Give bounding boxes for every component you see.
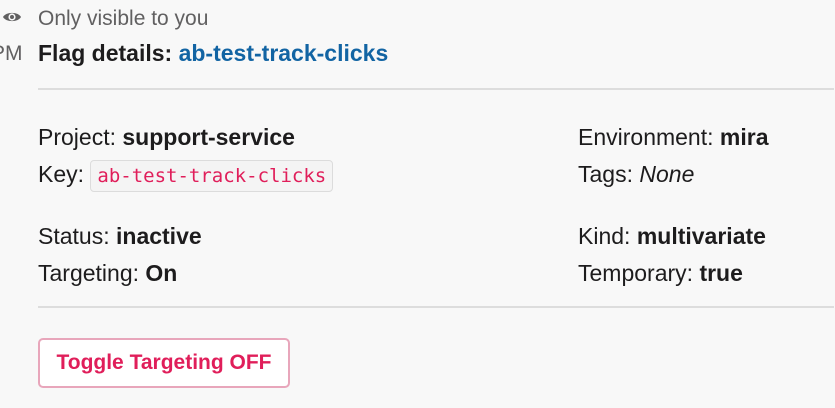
key-field: Key: ab-test-track-clicks — [38, 159, 334, 192]
divider-bottom — [38, 306, 834, 308]
kind-value: multivariate — [636, 223, 766, 249]
kind-field: Kind: multivariate — [578, 221, 766, 251]
divider-top — [38, 88, 834, 90]
status-label: Status: — [38, 223, 110, 249]
project-label: Project: — [38, 124, 116, 150]
message-title: Flag details: ab-test-track-clicks — [38, 40, 388, 67]
status-field: Status: inactive — [38, 221, 202, 251]
key-code: ab-test-track-clicks — [90, 159, 334, 192]
timestamp-fragment[interactable]: PM — [0, 42, 23, 66]
temporary-field: Temporary: true — [578, 258, 743, 288]
key-label: Key: — [38, 161, 85, 187]
project-value: support-service — [122, 124, 295, 150]
title-prefix: Flag details: — [38, 40, 173, 66]
targeting-field: Targeting: On — [38, 258, 177, 288]
environment-field: Environment: mira — [578, 122, 769, 152]
targeting-value: On — [145, 260, 178, 286]
flag-link[interactable]: ab-test-track-clicks — [179, 40, 389, 66]
temporary-label: Temporary: — [578, 260, 694, 286]
environment-label: Environment: — [578, 124, 714, 150]
tags-value: None — [639, 161, 695, 187]
tags-field: Tags: None — [578, 159, 694, 189]
status-value: inactive — [116, 223, 202, 249]
project-field: Project: support-service — [38, 122, 295, 152]
temporary-value: true — [699, 260, 743, 286]
targeting-label: Targeting: — [38, 260, 140, 286]
eye-icon — [3, 12, 21, 22]
tags-label: Tags: — [578, 161, 633, 187]
kind-label: Kind: — [578, 223, 631, 249]
toggle-targeting-button[interactable]: Toggle Targeting OFF — [38, 338, 290, 388]
visibility-note: Only visible to you — [38, 7, 209, 30]
environment-value: mira — [719, 124, 769, 150]
